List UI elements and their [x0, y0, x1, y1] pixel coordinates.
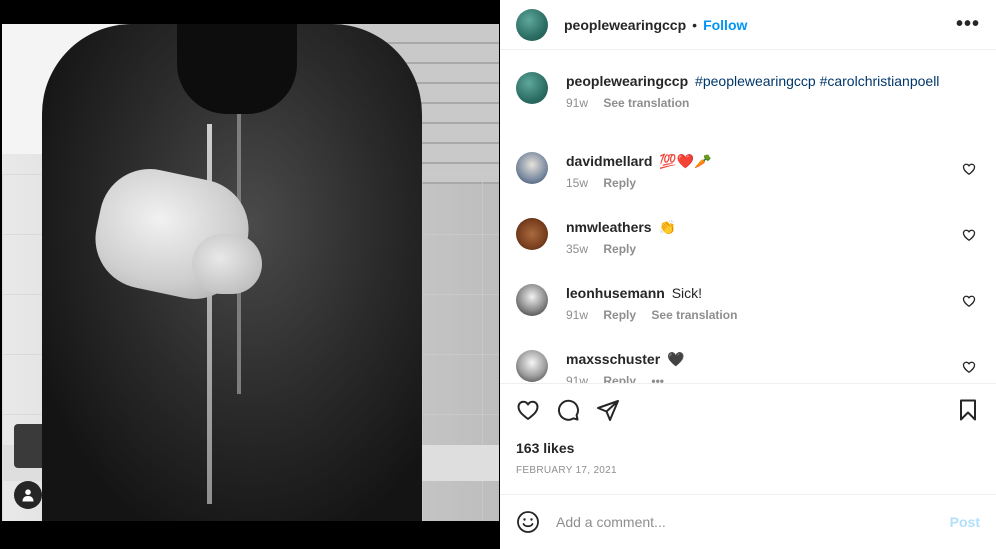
emoji-icon[interactable] — [516, 510, 540, 534]
comment-time[interactable]: 91w — [566, 374, 588, 383]
post-header: peoplewearingccp • Follow ••• — [500, 0, 996, 50]
comment-message: 🖤 — [667, 351, 685, 367]
comment-composer: Post — [500, 494, 996, 549]
comment-like-heart-icon[interactable] — [962, 162, 976, 176]
post-comment-button[interactable]: Post — [950, 514, 980, 530]
commenter-username[interactable]: maxsschuster — [566, 351, 660, 367]
user-icon — [22, 489, 34, 502]
comment-action-primary[interactable]: Reply — [603, 374, 636, 383]
comment-meta: 91w Reply See translation — [566, 308, 980, 322]
tagged-people-button[interactable] — [14, 481, 42, 509]
comment-text: peoplewearingccp #peoplewearingccp #caro… — [566, 72, 980, 90]
comment-row: maxsschuster 🖤 91w Reply ••• — [516, 328, 980, 383]
post-date[interactable]: FEBRUARY 17, 2021 — [500, 460, 996, 484]
comment-action-primary[interactable]: Reply — [603, 308, 636, 322]
comment-row: leonhusemann Sick! 91w Reply See transla… — [516, 262, 980, 328]
comment-body: maxsschuster 🖤 91w Reply ••• — [566, 350, 980, 383]
post-side-panel: peoplewearingccp • Follow ••• peoplewear… — [500, 0, 996, 549]
commenter-avatar[interactable] — [516, 218, 548, 250]
comment-time[interactable]: 15w — [566, 176, 588, 190]
comment-text: maxsschuster 🖤 — [566, 350, 980, 368]
post-image-frame — [0, 0, 500, 549]
commenter-avatar[interactable] — [516, 350, 548, 382]
more-options-button[interactable]: ••• — [956, 13, 980, 36]
commenter-username[interactable]: leonhusemann — [566, 285, 665, 301]
commenter-avatar[interactable] — [516, 72, 548, 104]
comment-text: leonhusemann Sick! — [566, 284, 980, 302]
comment-input[interactable] — [556, 514, 950, 530]
action-bar — [500, 384, 996, 436]
comment-row: peoplewearingccp #peoplewearingccp #caro… — [516, 50, 980, 130]
hand-second — [192, 234, 262, 294]
comment-action-secondary[interactable]: ••• — [651, 374, 664, 383]
comment-message: Sick! — [671, 285, 703, 301]
comment-action-primary[interactable]: Reply — [603, 176, 636, 190]
comment-row: nmwleathers 👏 35w Reply — [516, 196, 980, 262]
likes-count[interactable]: 163 likes — [500, 436, 996, 460]
comment-meta: 91w Reply ••• — [566, 374, 980, 383]
heart-icon[interactable] — [516, 398, 540, 422]
commenter-avatar[interactable] — [516, 284, 548, 316]
comment-hashtags[interactable]: #peoplewearingccp #carolchristianpoell — [695, 73, 939, 89]
comment-body: leonhusemann Sick! 91w Reply See transla… — [566, 284, 980, 322]
jacket-collar — [177, 24, 297, 114]
comment-body: peoplewearingccp #peoplewearingccp #caro… — [566, 72, 980, 110]
author-avatar[interactable] — [516, 8, 548, 41]
comment-body: nmwleathers 👏 35w Reply — [566, 218, 980, 256]
comment-text: nmwleathers 👏 — [566, 218, 980, 236]
commenter-username[interactable]: nmwleathers — [566, 219, 652, 235]
comment-action-primary[interactable]: See translation — [603, 96, 689, 110]
comment-icon[interactable] — [556, 398, 580, 422]
comment-message: 💯❤️🥕 — [659, 153, 712, 169]
post-image[interactable] — [2, 24, 499, 521]
comment-body: davidmellard 💯❤️🥕 15w Reply — [566, 152, 980, 190]
commenter-username[interactable]: davidmellard — [566, 153, 652, 169]
follow-button[interactable]: Follow — [703, 17, 747, 33]
comment-row: davidmellard 💯❤️🥕 15w Reply — [516, 130, 980, 196]
comment-time[interactable]: 91w — [566, 308, 588, 322]
comment-like-heart-icon[interactable] — [962, 228, 976, 242]
comment-time[interactable]: 35w — [566, 242, 588, 256]
comment-meta: 15w Reply — [566, 176, 980, 190]
comment-action-primary[interactable]: Reply — [603, 242, 636, 256]
author-username[interactable]: peoplewearingccp — [564, 17, 686, 33]
commenter-avatar[interactable] — [516, 152, 548, 184]
comments-list[interactable]: peoplewearingccp #peoplewearingccp #caro… — [500, 50, 996, 384]
commenter-username[interactable]: peoplewearingccp — [566, 73, 688, 89]
separator-dot: • — [692, 16, 698, 33]
share-icon[interactable] — [596, 398, 620, 422]
comment-time[interactable]: 91w — [566, 96, 588, 110]
comment-message: 👏 — [658, 219, 676, 235]
comment-like-heart-icon[interactable] — [962, 294, 976, 308]
comment-action-secondary[interactable]: See translation — [651, 308, 737, 322]
comment-text: davidmellard 💯❤️🥕 — [566, 152, 980, 170]
comment-like-heart-icon[interactable] — [962, 360, 976, 374]
bookmark-icon[interactable] — [956, 398, 980, 422]
comment-meta: 91w See translation — [566, 96, 980, 110]
comment-meta: 35w Reply — [566, 242, 980, 256]
